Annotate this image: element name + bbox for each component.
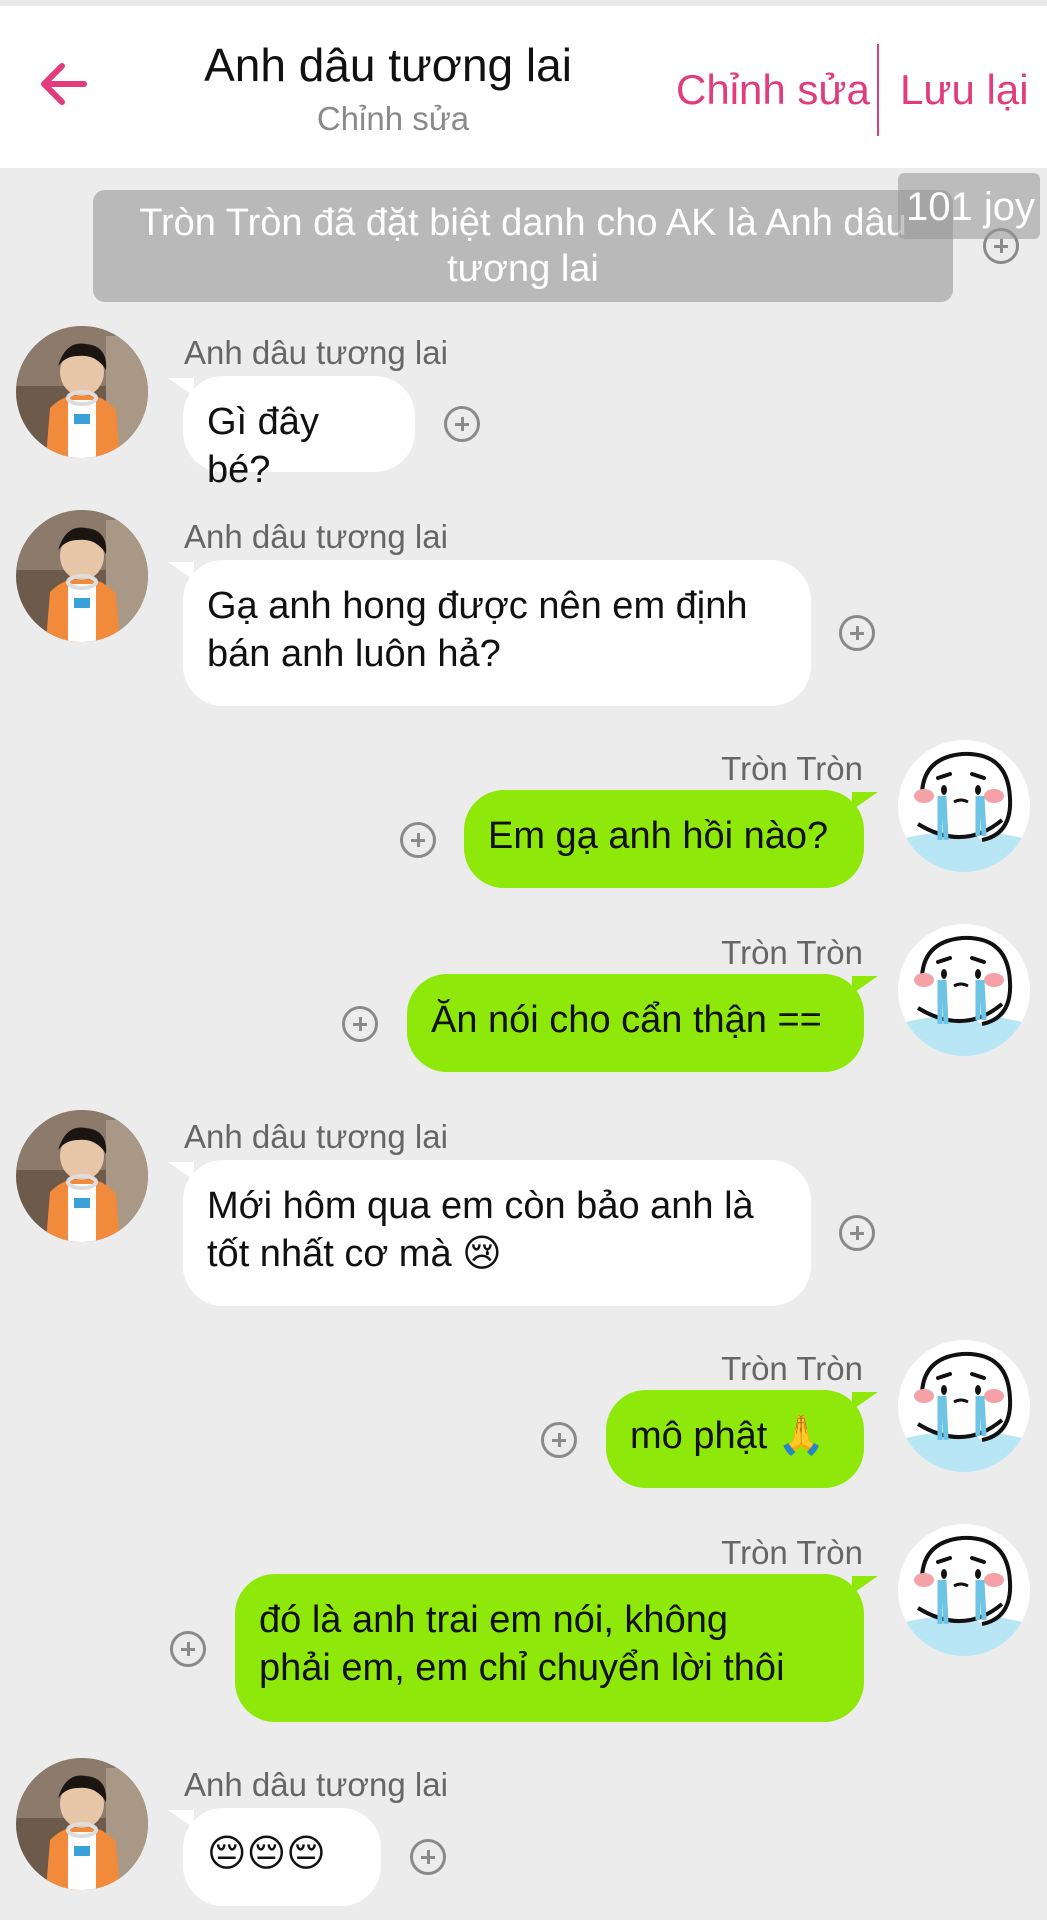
react-plus-icon[interactable] [541,1422,577,1458]
edit-button[interactable]: Chỉnh sửa [676,66,870,114]
save-button[interactable]: Lưu lại [900,66,1029,114]
contact-avatar[interactable] [16,510,148,642]
own-avatar[interactable] [898,740,1030,872]
sender-name: Anh dâu tương lai [184,518,448,555]
own-avatar[interactable] [898,1524,1030,1656]
message-bubble[interactable]: Gì đây bé? [183,376,415,491]
message-text: Mới hôm qua em còn bảo anh là [207,1185,754,1227]
react-plus-icon[interactable] [444,406,480,442]
contact-avatar[interactable] [16,326,148,458]
sender-name: Anh dâu tương lai [184,334,448,371]
message-bubble[interactable]: Mới hôm qua em còn bảo anh là tốt nhất c… [183,1160,811,1306]
message-text: tốt nhất cơ mà 😢 [207,1233,502,1275]
react-plus-icon[interactable] [400,822,436,858]
message-text: đó là anh trai em nói, không [259,1599,728,1641]
sender-name: Tròn Tròn [721,1534,863,1571]
contact-avatar[interactable] [16,1758,148,1890]
message-text: bán anh luôn hả? [207,633,501,675]
page-subtitle: Chỉnh sửa [316,100,470,137]
header-divider [877,44,879,136]
message-bubble[interactable]: Ăn nói cho cẩn thận == [407,974,864,1072]
message-bubble[interactable]: đó là anh trai em nói, không phải em, em… [235,1574,864,1722]
sender-name: Tròn Tròn [721,750,863,787]
message-text: Gì đây bé? [207,401,319,491]
top-bar: Anh dâu tương lai Chỉnh sửa Chỉnh sửa Lư… [0,6,1047,168]
react-plus-icon[interactable] [410,1839,446,1875]
message-text: mô phật 🙏 [630,1415,826,1457]
message-text: phải em, em chỉ chuyển lời thôi [259,1647,785,1689]
react-plus-icon[interactable] [839,1215,875,1251]
react-plus-icon[interactable] [342,1006,378,1042]
own-avatar[interactable] [898,1340,1030,1472]
message-bubble[interactable]: mô phật 🙏 [606,1390,864,1488]
react-plus-icon[interactable] [170,1631,206,1667]
message-bubble[interactable]: Gạ anh hong được nên em định bán anh luô… [183,560,811,706]
watermark-text: 101 joy [906,185,1035,229]
contact-avatar[interactable] [16,1110,148,1242]
message-text: Gạ anh hong được nên em định [207,585,748,627]
sender-name: Tròn Tròn [721,1350,863,1387]
message-text: Ăn nói cho cẩn thận == [431,999,822,1041]
watermark: 101 joy [898,173,1040,239]
message-bubble[interactable]: Em gạ anh hồi nào? [464,790,864,888]
own-avatar[interactable] [898,924,1030,1056]
notice-line-2: tương lai [447,248,599,290]
system-notice: Tròn Tròn đã đặt biệt danh cho AK là Anh… [93,190,953,302]
message-text: Em gạ anh hồi nào? [488,815,829,857]
message-bubble[interactable]: 😔😔😔 [183,1808,381,1906]
sender-name: Anh dâu tương lai [184,1766,448,1803]
notice-line-1: Tròn Tròn đã đặt biệt danh cho AK là Anh… [139,202,907,244]
page-title: Anh dâu tương lai [204,39,572,91]
sender-name: Tròn Tròn [721,934,863,971]
sender-name: Anh dâu tương lai [184,1118,448,1155]
message-text: 😔😔😔 [207,1833,326,1875]
react-plus-icon[interactable] [839,615,875,651]
